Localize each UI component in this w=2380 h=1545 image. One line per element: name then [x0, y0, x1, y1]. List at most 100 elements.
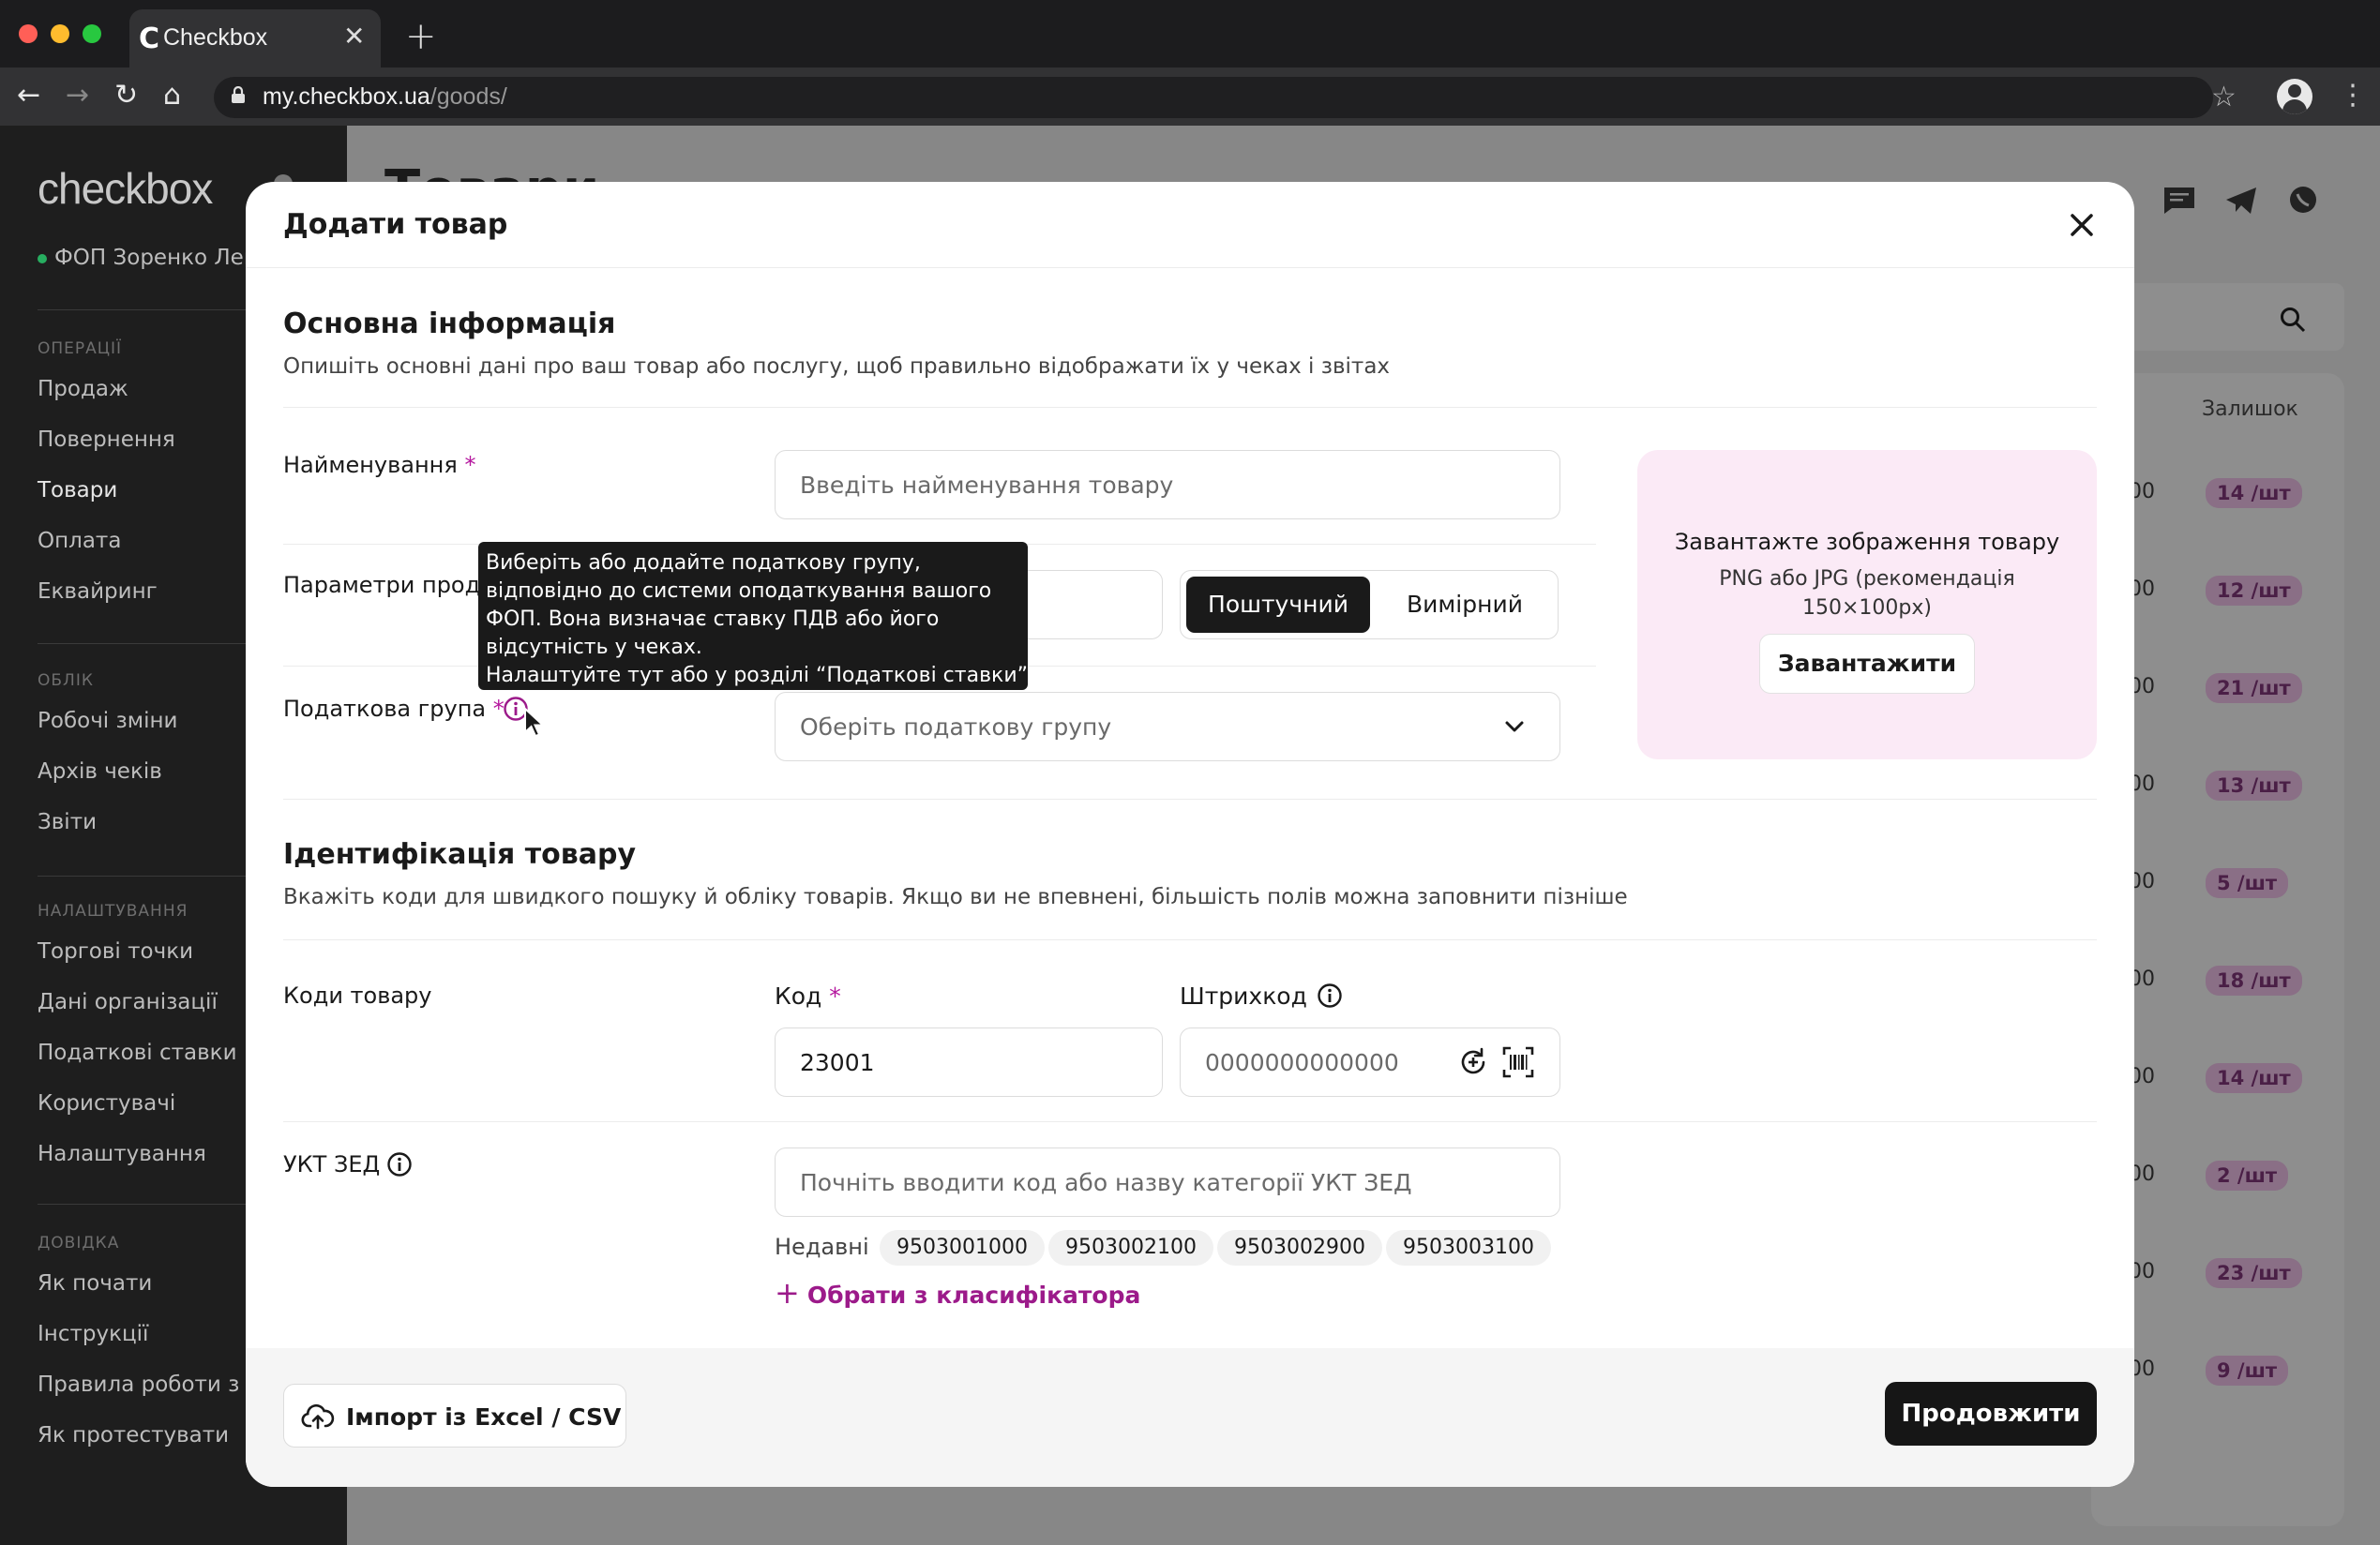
divider: [283, 1121, 2097, 1122]
star-icon[interactable]: ☆: [2211, 81, 2237, 113]
recent-code-chip[interactable]: 9503003100: [1386, 1230, 1551, 1266]
sidebar-item-tax-rates[interactable]: Податкові ставки: [38, 1041, 237, 1065]
recent-label: Недавні: [775, 1234, 869, 1260]
sidebar-item-settings[interactable]: Налаштування: [38, 1142, 206, 1166]
stock-badge: 14 /шт: [2206, 478, 2302, 508]
window-close-dot[interactable]: [19, 24, 38, 43]
browser-menu-icon[interactable]: ⋮: [2339, 79, 2367, 112]
section-heading-identification: Ідентифікація товару: [283, 838, 637, 871]
stock-badge: 23 /шт: [2206, 1258, 2302, 1288]
recent-code-chip[interactable]: 9503002900: [1217, 1230, 1382, 1266]
tax-group-select[interactable]: Оберіть податкову групу: [775, 692, 1560, 761]
sale-params-label: Параметри прода: [283, 572, 494, 598]
tooltip-line: Налаштуйте тут або у розділі “Податкові …: [486, 664, 1035, 687]
unit-type-piece-button[interactable]: Поштучний: [1186, 577, 1370, 633]
chat-icon[interactable]: [2162, 186, 2196, 216]
sidebar-item-sale[interactable]: Продаж: [38, 377, 128, 401]
window-maximize-dot[interactable]: [83, 24, 101, 43]
modal-header: Додати товар: [246, 182, 2134, 268]
section-title-help: ДОВІДКА: [38, 1234, 120, 1252]
upload-subtitle-line: 150×100px): [1802, 596, 1932, 620]
uktzed-input[interactable]: Почніть вводити код або назву категорії …: [775, 1148, 1560, 1217]
search-icon[interactable]: [2279, 306, 2307, 334]
url-domain: my.checkbox.ua: [263, 83, 430, 110]
modal-title: Додати товар: [283, 208, 508, 241]
sidebar-item-org-data[interactable]: Дані організації: [38, 990, 218, 1014]
profile-avatar[interactable]: [2277, 79, 2312, 114]
stock-badge: 18 /шт: [2206, 966, 2302, 996]
name-label-text: Найменування: [283, 452, 458, 478]
tab-close-icon[interactable]: ✕: [343, 21, 365, 52]
import-button-label: Імпорт із Excel / CSV: [346, 1403, 622, 1431]
telegram-icon[interactable]: [2224, 186, 2258, 216]
code-label-text: Код: [775, 982, 822, 1010]
status-dot: [38, 253, 47, 263]
forward-icon[interactable]: →: [66, 79, 89, 112]
tab-title: Checkbox: [163, 24, 268, 51]
barcode-label: Штрихкод: [1180, 982, 1307, 1010]
recent-code-chip[interactable]: 9503002100: [1048, 1230, 1213, 1266]
barcode-scan-icon[interactable]: [1502, 1046, 1534, 1078]
recent-code-chip[interactable]: 9503001000: [880, 1230, 1045, 1266]
section-title-accounting: ОБЛІК: [38, 671, 94, 690]
reload-icon[interactable]: ↻: [114, 79, 138, 112]
continue-button[interactable]: Продовжити: [1885, 1382, 2097, 1446]
sidebar-item-points-of-sale[interactable]: Торгові точки: [38, 939, 193, 964]
name-label: Найменування *: [283, 452, 475, 478]
org-name[interactable]: ФОП Зоренко Лев: [38, 246, 256, 270]
section-title-settings: НАЛАШТУВАННЯ: [38, 902, 188, 921]
sidebar-item-shifts[interactable]: Робочі зміни: [38, 709, 177, 733]
barcode-info-icon[interactable]: [1317, 982, 1343, 1009]
sidebar-item-goods[interactable]: Товари: [38, 478, 117, 502]
code-input[interactable]: 23001: [775, 1028, 1163, 1097]
tax-group-tooltip: Виберіть або додайте податкову групу, ві…: [478, 542, 1035, 690]
sidebar-item-acquiring[interactable]: Еквайринг: [38, 579, 158, 604]
uktzed-info-icon[interactable]: [386, 1151, 413, 1178]
cloud-upload-icon: [301, 1403, 335, 1430]
name-input[interactable]: Введіть найменування товару: [775, 450, 1560, 519]
sidebar-item-returns[interactable]: Повернення: [38, 428, 175, 452]
sidebar-item-instructions[interactable]: Інструкції: [38, 1322, 148, 1346]
cursor-icon: [524, 707, 546, 738]
viber-icon[interactable]: [2286, 186, 2320, 216]
code-input-value: 23001: [800, 1049, 875, 1076]
section-heading-basic: Основна інформація: [283, 308, 616, 340]
unit-type-measured-button[interactable]: Вимірний: [1378, 577, 1552, 633]
back-icon[interactable]: ←: [17, 79, 40, 112]
divider: [283, 939, 2097, 940]
upload-button[interactable]: Завантажити: [1759, 634, 1975, 694]
add-product-modal: Додати товар Основна інформація Опишіть …: [246, 182, 2134, 1487]
close-icon[interactable]: [2065, 208, 2099, 242]
url-text: my.checkbox.ua/goods/: [263, 83, 507, 111]
sidebar-item-rules[interactable]: Правила роботи з к: [38, 1372, 260, 1397]
tooltip-line: ФОП. Вона визначає ставку ПДВ або його: [486, 608, 940, 631]
sidebar-item-receipts-archive[interactable]: Архів чеків: [38, 759, 162, 784]
stock-badge: 13 /шт: [2206, 771, 2302, 801]
divider: [283, 407, 2097, 408]
divider: [283, 799, 2097, 800]
address-bar[interactable]: [214, 77, 2213, 118]
sidebar-item-payment[interactable]: Оплата: [38, 529, 121, 553]
new-tab-icon[interactable]: +: [405, 15, 437, 58]
tooltip-line: відповідно до системи оподаткування вашо…: [486, 579, 992, 603]
sidebar-item-reports[interactable]: Звіти: [38, 810, 97, 834]
import-excel-button[interactable]: Імпорт із Excel / CSV: [283, 1384, 626, 1448]
sidebar-item-users[interactable]: Користувачі: [38, 1091, 175, 1116]
choose-from-classifier-link[interactable]: + Обрати з класифікатора: [775, 1275, 1140, 1311]
home-icon[interactable]: ⌂: [163, 79, 181, 112]
image-upload-area[interactable]: Завантажте зображення товару PNG або JPG…: [1637, 450, 2097, 759]
tax-group-placeholder: Оберіть податкову групу: [800, 713, 1112, 741]
stock-badge: 12 /шт: [2206, 576, 2302, 606]
tab-favicon-icon: C: [139, 22, 160, 55]
required-mark: *: [829, 982, 841, 1010]
sidebar-item-how-to-test[interactable]: Як протестувати: [38, 1423, 229, 1448]
section-title-operations: ОПЕРАЦІЇ: [38, 339, 123, 358]
sidebar-item-getting-started[interactable]: Як почати: [38, 1271, 152, 1296]
column-header-stock: Залишок: [2202, 398, 2298, 421]
window-minimize-dot[interactable]: [51, 24, 69, 43]
uktzed-placeholder: Почніть вводити код або назву категорії …: [800, 1169, 1412, 1196]
org-name-label: ФОП Зоренко Лев: [54, 246, 257, 270]
modal-footer: Імпорт із Excel / CSV Продовжити: [246, 1348, 2134, 1487]
generate-barcode-icon[interactable]: [1457, 1046, 1489, 1078]
product-codes-label: Коди товару: [283, 982, 432, 1009]
